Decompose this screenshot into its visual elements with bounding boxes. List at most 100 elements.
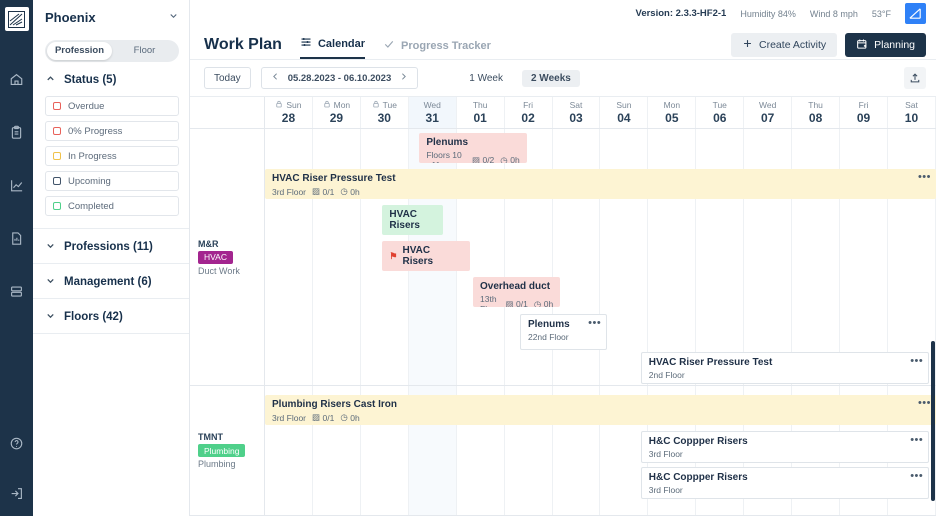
status-swatch-upcoming	[53, 177, 61, 185]
event-overhead-duct-13th-floor[interactable]: Overhead duct 13th Floor ▨0/1 ◷0h •••	[473, 277, 561, 307]
status-filter-overdue[interactable]: Overdue	[45, 96, 179, 116]
day-number: 31	[425, 111, 439, 125]
section-label-management: Management (6)	[64, 276, 152, 288]
clock-icon: ◷	[500, 154, 508, 164]
project-name: Phoenix	[45, 9, 96, 25]
event-menu-button[interactable]: •••	[910, 356, 923, 367]
day-dow: Sat	[905, 100, 918, 110]
day-header-10[interactable]: Sat 10	[888, 97, 936, 128]
database-icon[interactable]	[0, 265, 33, 318]
row-code: M&R	[198, 238, 219, 249]
page-header: Work Plan Calendar Progress Tracker Crea…	[190, 27, 936, 59]
section-header-professions[interactable]: Professions (11)	[45, 240, 179, 254]
clipboard-icon[interactable]	[0, 106, 33, 159]
event-meta: 3rd Floor	[649, 485, 922, 495]
toggle-option-profession[interactable]: Profession	[47, 42, 112, 60]
main-content: Version: 2.3.3-HF2-1 Humidity 84% Wind 8…	[190, 0, 936, 516]
status-filter-label: 0% Progress	[68, 125, 123, 137]
chevron-left-icon[interactable]	[271, 72, 280, 84]
event-meta: 3rd Floor ▨ 0/1 ◷ 0h	[272, 412, 929, 423]
app-logo-icon[interactable]	[4, 7, 29, 31]
logout-icon[interactable]	[0, 470, 33, 516]
day-dow: Sat	[569, 100, 583, 110]
event-menu-button[interactable]: •••	[918, 398, 931, 409]
event-plenums-floors-10-11[interactable]: Plenums Floors 10 - 11 ▨0/2 ◷0h •••	[419, 133, 527, 163]
help-icon[interactable]	[0, 417, 33, 470]
section-header-management[interactable]: Management (6)	[45, 275, 179, 289]
status-filter-in-progress[interactable]: In Progress	[45, 146, 179, 166]
status-filter-completed[interactable]: Completed	[45, 196, 179, 216]
day-header-03[interactable]: Sat 03	[553, 97, 601, 128]
event-menu-button[interactable]: •••	[918, 172, 931, 183]
chevron-right-icon[interactable]	[399, 72, 408, 84]
day-header-06[interactable]: Tue 06	[696, 97, 745, 128]
clock-icon: ◷	[340, 186, 348, 196]
export-icon[interactable]	[904, 67, 926, 89]
day-header-08[interactable]: Thu 08	[792, 97, 841, 128]
planning-button[interactable]: Planning	[845, 33, 926, 57]
event-hc-copper-risers-1[interactable]: H&C Coppper Risers 3rd Floor •••	[640, 431, 930, 463]
tab-calendar[interactable]: Calendar	[299, 36, 366, 59]
lock-icon	[323, 100, 331, 110]
event-hvac-riser-pressure-test-2nd[interactable]: HVAC Riser Pressure Test 2nd Floor •••	[640, 352, 930, 384]
create-activity-button[interactable]: Create Activity	[731, 33, 838, 57]
section-header-status[interactable]: Status (5)	[45, 73, 179, 87]
vertical-scrollbar[interactable]	[931, 341, 935, 501]
date-range-selector[interactable]: 05.28.2023 - 06.10.2023	[260, 67, 419, 89]
event-subtitle: 4th Floor	[389, 269, 408, 271]
analytics-icon[interactable]	[0, 159, 33, 212]
view-option-2-weeks[interactable]: 2 Weeks	[521, 69, 580, 87]
day-number: 08	[808, 111, 823, 125]
event-menu-button[interactable]: •••	[910, 435, 923, 446]
status-filter-zero-progress[interactable]: 0% Progress	[45, 121, 179, 141]
view-option-1-week[interactable]: 1 Week	[460, 70, 512, 87]
day-header-09[interactable]: Fri 09	[840, 97, 888, 128]
day-header-04[interactable]: Sun 04	[600, 97, 649, 128]
status-filter-upcoming[interactable]: Upcoming	[45, 171, 179, 191]
document-icon[interactable]	[0, 212, 33, 265]
calendar-columns: Sun 28 Mon 29 Tue 30 Wed 31 Thu 01 Fri 02 …	[265, 97, 936, 516]
row-label-mr[interactable]: M&R HVAC Duct Work	[190, 129, 264, 386]
event-hvac-riser-pressure-test-3rd[interactable]: HVAC Riser Pressure Test 3rd Floor ▨ 0/1 …	[265, 169, 936, 199]
event-count: ▨ 0/1	[505, 299, 527, 308]
day-header-28[interactable]: Sun 28	[265, 97, 313, 128]
event-meta: Floors 10 - 11 ▨0/2 ◷0h	[426, 150, 519, 163]
day-header-30[interactable]: Tue 30	[361, 97, 409, 128]
event-hvac-risers-4th-floor[interactable]: ⚑ HVAC Risers 4th Floor ▨0/1 ◷0h •••	[382, 241, 470, 271]
view-mode-toggle-wrap: Profession Floor	[33, 31, 189, 62]
status-swatch-completed	[53, 202, 61, 210]
row-label-tmnt[interactable]: TMNT Plumbing Plumbing	[190, 386, 264, 516]
event-meta: 3rd Floor ▨ 0/1 ◷ 0h	[272, 186, 929, 197]
check-icon	[383, 38, 395, 53]
tab-progress-tracker[interactable]: Progress Tracker	[383, 38, 491, 59]
event-title: HVAC Riser Pressure Test	[648, 357, 773, 368]
chevron-down-icon	[45, 240, 56, 254]
event-hvac-risers-floors-3-4[interactable]: HVAC Risers Floors 3 - 4 ▨0/2 ◷0h •••	[382, 205, 443, 235]
section-header-floors[interactable]: Floors (42)	[45, 310, 179, 324]
event-title: H&C Coppper Risers	[648, 436, 748, 447]
event-hc-copper-risers-2[interactable]: H&C Coppper Risers 3rd Floor •••	[640, 467, 930, 499]
calendar-plus-icon	[856, 38, 868, 53]
event-menu-button[interactable]: •••	[910, 471, 923, 482]
checklist-icon: ▨	[312, 186, 321, 196]
event-plenums-22nd-floor[interactable]: Plenums 22nd Floor •••	[519, 314, 608, 350]
day-header-05[interactable]: Mon 05	[648, 97, 697, 128]
day-header-01[interactable]: Thu 01	[457, 97, 505, 128]
event-count: ▨ 0/1	[312, 186, 335, 197]
day-header-29[interactable]: Mon 29	[313, 97, 361, 128]
event-subtitle: Floors 3 - 4	[389, 233, 413, 235]
toggle-option-floor[interactable]: Floor	[112, 42, 177, 60]
event-plumbing-risers-cast-iron[interactable]: Plumbing Risers Cast Iron 3rd Floor ▨ 0/1…	[265, 395, 936, 425]
day-header-07[interactable]: Wed 07	[744, 97, 793, 128]
event-meta: Floors 3 - 4 ▨0/2 ◷0h	[389, 233, 435, 235]
home-icon[interactable]	[0, 53, 33, 106]
today-button[interactable]: Today	[204, 67, 251, 89]
chevron-up-icon	[45, 73, 56, 87]
day-header-31[interactable]: Wed 31	[408, 97, 457, 128]
project-selector[interactable]: Phoenix	[33, 3, 189, 31]
event-title: HVAC Riser Pressure Test	[272, 173, 396, 184]
event-meta: 13th Floor ▨0/1 ◷0h	[480, 294, 553, 307]
day-header-02[interactable]: Fri 02	[505, 97, 553, 128]
event-menu-button[interactable]: •••	[588, 318, 601, 329]
row-badge: HVAC	[198, 250, 233, 264]
